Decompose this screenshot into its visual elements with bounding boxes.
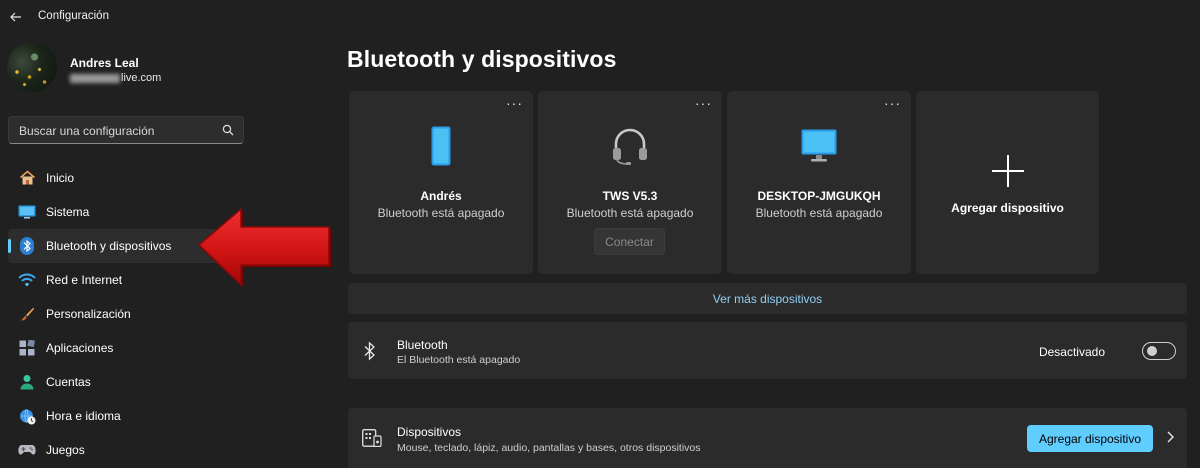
search-icon[interactable] — [222, 124, 234, 136]
sidebar-item-juegos[interactable]: Juegos — [8, 433, 324, 467]
back-arrow-icon — [10, 12, 21, 22]
sidebar-item-label: Inicio — [46, 171, 75, 185]
chevron-right-icon[interactable] — [1165, 430, 1175, 444]
sidebar-item-label: Juegos — [46, 443, 85, 457]
more-options-button[interactable]: ··· — [695, 95, 712, 111]
search-box[interactable]: Buscar una configuración — [8, 116, 244, 144]
title-bar: Configuración — [0, 0, 1200, 34]
sidebar-item-aplicaciones[interactable]: Aplicaciones — [8, 331, 324, 365]
annotation-arrow-icon — [197, 207, 331, 287]
page-title: Bluetooth y dispositivos — [347, 46, 617, 72]
devices-row-subtitle: Mouse, teclado, lápiz, audio, pantallas … — [397, 442, 701, 454]
sidebar-item-label: Sistema — [46, 205, 90, 219]
device-status: Bluetooth está apagado — [566, 206, 694, 220]
devices-row-title: Dispositivos — [397, 425, 462, 439]
device-status: Bluetooth está apagado — [755, 206, 883, 220]
user-email: live.com — [70, 72, 161, 84]
bluetooth-toggle[interactable] — [1142, 342, 1176, 360]
sidebar-item-cuentas[interactable]: Cuentas — [8, 365, 324, 399]
bluetooth-icon — [364, 341, 375, 361]
sidebar-item-personalizacion[interactable]: Personalización — [8, 297, 324, 331]
devices-icon — [362, 429, 382, 447]
sidebar-item-label: Red e Internet — [46, 273, 123, 287]
plus-icon — [916, 149, 1099, 193]
apps-icon — [18, 339, 36, 357]
toggle-state-label: Desactivado — [1038, 345, 1105, 359]
device-name: TWS V5.3 — [602, 189, 658, 203]
person-icon — [18, 373, 36, 391]
sidebar-item-inicio[interactable]: Inicio — [8, 161, 324, 195]
sidebar-item-label: Cuentas — [46, 375, 91, 389]
bluetooth-icon — [18, 237, 36, 255]
device-card[interactable]: ··· DESKTOP-JMGUKQH Bluetooth está apaga… — [727, 91, 911, 274]
back-button[interactable] — [6, 8, 26, 26]
more-devices-link[interactable]: Ver más dispositivos — [348, 283, 1187, 314]
sidebar-item-label: Bluetooth y dispositivos — [46, 239, 172, 253]
home-icon — [18, 169, 36, 187]
search-input[interactable]: Buscar una configuración — [19, 124, 154, 138]
device-name: Andrés — [420, 189, 462, 203]
sidebar-item-label: Personalización — [46, 307, 131, 321]
add-device-label: Agregar dispositivo — [951, 201, 1064, 215]
device-status: Bluetooth está apagado — [377, 206, 505, 220]
email-redaction — [70, 73, 120, 83]
more-options-button[interactable]: ··· — [506, 95, 523, 111]
user-name: Andres Leal — [70, 56, 139, 70]
avatar[interactable] — [7, 42, 57, 92]
phone-icon — [349, 125, 533, 167]
sidebar-item-hora[interactable]: Hora e idioma — [8, 399, 324, 433]
gamepad-icon — [18, 441, 36, 459]
bluetooth-setting-row: Bluetooth El Bluetooth está apagado Desa… — [348, 322, 1187, 379]
desktop-icon — [727, 125, 911, 167]
add-device-button[interactable]: Agregar dispositivo — [1027, 425, 1153, 452]
bluetooth-row-subtitle: El Bluetooth está apagado — [397, 354, 521, 366]
app-title: Configuración — [38, 10, 109, 22]
device-card[interactable]: ··· TWS V5.3 Bluetooth está apagado Cone… — [538, 91, 722, 274]
brush-icon — [18, 305, 36, 323]
connect-button[interactable]: Conectar — [594, 228, 665, 255]
add-device-card[interactable]: Agregar dispositivo — [916, 91, 1099, 274]
device-card[interactable]: ··· Andrés Bluetooth está apagado — [349, 91, 533, 274]
devices-setting-row[interactable]: Dispositivos Mouse, teclado, lápiz, audi… — [348, 408, 1187, 468]
bluetooth-row-title: Bluetooth — [397, 338, 448, 352]
device-name: DESKTOP-JMGUKQH — [757, 189, 881, 203]
sidebar-item-label: Hora e idioma — [46, 409, 121, 423]
headset-icon — [538, 125, 722, 167]
globe-clock-icon — [18, 407, 36, 425]
wifi-icon — [18, 271, 36, 289]
more-options-button[interactable]: ··· — [884, 95, 901, 111]
monitor-icon — [18, 203, 36, 221]
sidebar-item-label: Aplicaciones — [46, 341, 114, 355]
